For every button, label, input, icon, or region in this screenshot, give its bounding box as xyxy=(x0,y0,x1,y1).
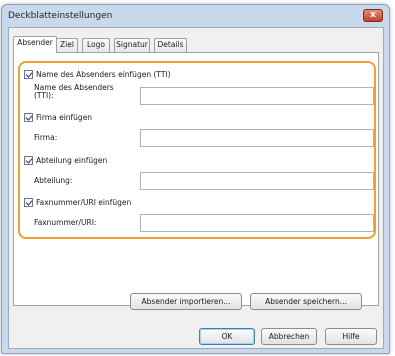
name-checkbox[interactable] xyxy=(24,70,33,79)
company-checkbox-row[interactable]: Firma einfügen xyxy=(24,113,92,122)
dept-checkbox[interactable] xyxy=(24,156,33,165)
name-checkbox-label: Name des Absenders einfügen (TTI) xyxy=(36,70,171,79)
dialog-title: Deckblatteinstellungen xyxy=(8,11,113,21)
close-button[interactable]: x xyxy=(363,9,383,22)
tab-details[interactable]: Details xyxy=(154,38,187,52)
dialog-window: Deckblatteinstellungen x Absender Ziel L… xyxy=(1,4,390,354)
fax-checkbox-row[interactable]: Faxnummer/URI einfügen xyxy=(24,198,131,207)
tab-logo[interactable]: Logo xyxy=(82,38,110,52)
dialog-client-area: Absender Ziel Logo Signatur Details Name… xyxy=(8,27,384,349)
import-sender-button[interactable]: Absender importieren... xyxy=(130,293,242,310)
name-checkbox-row[interactable]: Name des Absenders einfügen (TTI) xyxy=(24,70,171,79)
company-checkbox[interactable] xyxy=(24,113,33,122)
name-field[interactable] xyxy=(140,87,374,105)
fax-checkbox-label: Faxnummer/URI einfügen xyxy=(36,198,132,207)
fax-checkbox[interactable] xyxy=(24,198,33,207)
fax-label: Faxnummer/URI: xyxy=(34,218,97,227)
dept-label: Abteilung: xyxy=(34,176,73,185)
fax-field[interactable] xyxy=(140,214,374,232)
tab-panel-absender: Name des Absenders einfügen (TTI) Name d… xyxy=(13,52,379,310)
dept-field[interactable] xyxy=(140,172,374,190)
save-sender-button[interactable]: Absender speichern... xyxy=(250,293,362,310)
ok-button[interactable]: OK xyxy=(199,328,255,345)
company-checkbox-label: Firma einfügen xyxy=(36,113,93,122)
dept-checkbox-label: Abteilung einfügen xyxy=(36,156,108,165)
company-label: Firma: xyxy=(34,133,58,142)
company-field[interactable] xyxy=(140,129,374,147)
tab-ziel[interactable]: Ziel xyxy=(56,38,78,52)
name-label: Name des Absenders (TTI): xyxy=(34,83,114,100)
tab-signatur[interactable]: Signatur xyxy=(114,38,150,52)
help-button[interactable]: Hilfe xyxy=(325,328,377,345)
dept-checkbox-row[interactable]: Abteilung einfügen xyxy=(24,156,107,165)
cancel-button[interactable]: Abbrechen xyxy=(261,328,317,345)
tab-absender[interactable]: Absender xyxy=(13,36,57,53)
